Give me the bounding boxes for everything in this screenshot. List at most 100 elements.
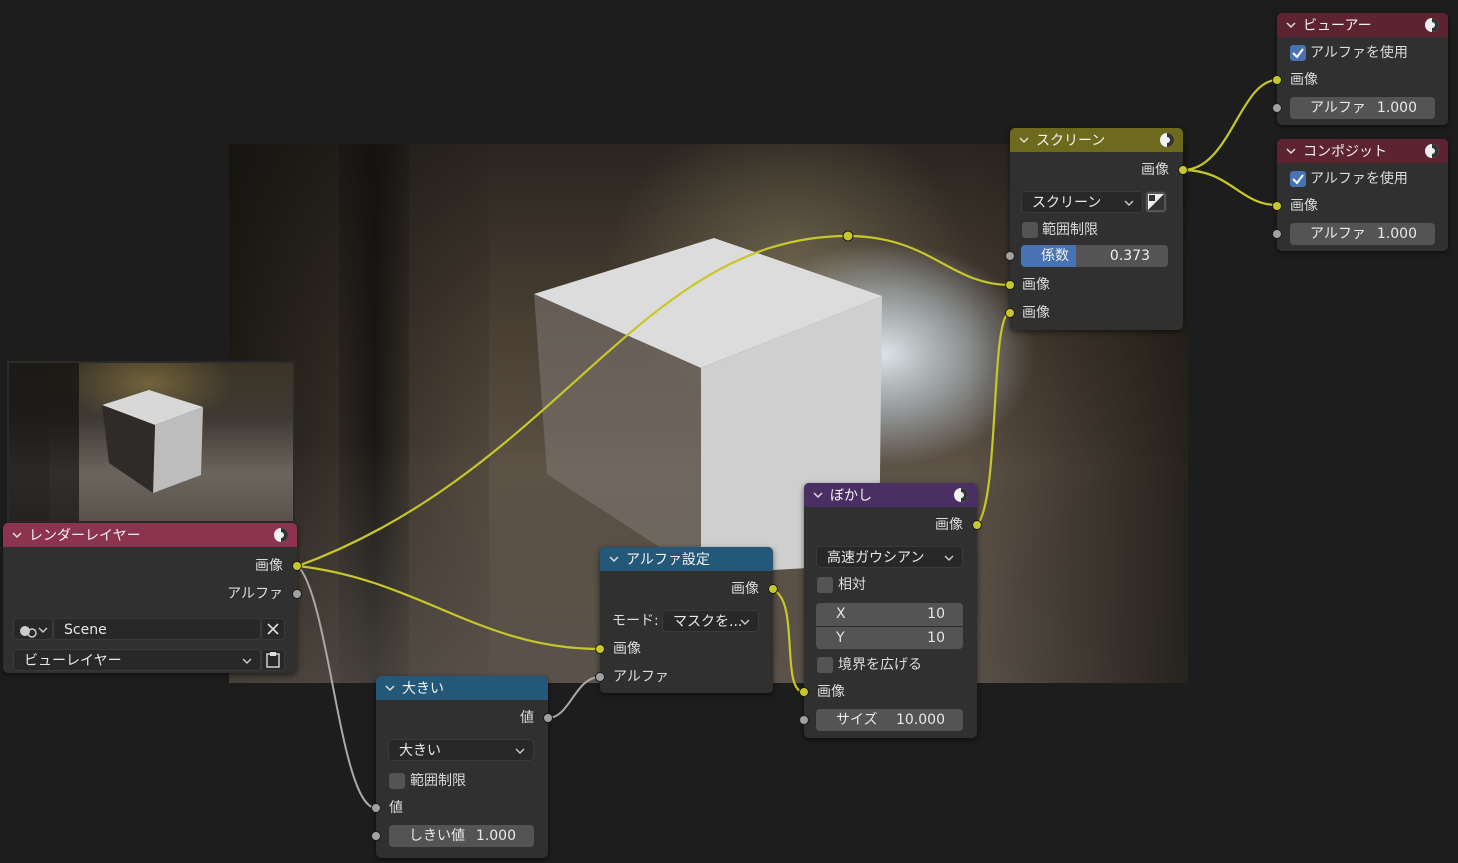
input-alpha-socket[interactable] (595, 672, 605, 682)
alpha-field[interactable]: アルファ 1.000 (1290, 97, 1435, 119)
blend-mode-dropdown[interactable]: スクリーン (1021, 191, 1143, 213)
input-alpha-label: アルファ (613, 669, 669, 685)
filter-type-value: 高速ガウシアン (827, 550, 925, 566)
output-image-socket[interactable] (972, 520, 982, 530)
clamp-checkbox[interactable] (389, 773, 405, 789)
chevron-down-icon (515, 748, 525, 754)
alpha-value: 1.000 (1376, 226, 1417, 242)
collapse-chevron-icon[interactable] (812, 489, 824, 501)
node-title: ぼかし (830, 488, 872, 504)
input-value-label: 値 (389, 800, 403, 816)
input-image-socket[interactable] (1272, 75, 1282, 85)
use-alpha-label: アルファを使用 (1310, 45, 1408, 61)
alpha-socket[interactable] (1272, 229, 1282, 239)
viewer-header[interactable]: ビューアー (1277, 13, 1448, 37)
node-title: コンポジット (1303, 144, 1387, 160)
alpha-field[interactable]: アルファ 1.000 (1290, 223, 1435, 245)
relative-checkbox[interactable] (817, 577, 833, 593)
preview-toggle-icon[interactable] (953, 487, 969, 503)
preview-toggle-icon[interactable] (1159, 132, 1175, 148)
alpha-label: アルファ (1310, 226, 1366, 242)
input-image-2-socket[interactable] (1005, 308, 1015, 318)
size-y-field[interactable]: Y 10 (816, 627, 963, 649)
input-image-socket[interactable] (595, 644, 605, 654)
factor-slider[interactable]: 係数 0.373 (1021, 245, 1168, 267)
composite-header[interactable]: コンポジット (1277, 139, 1448, 163)
blur-header[interactable]: ぼかし (804, 483, 977, 507)
size-x-field[interactable]: X 10 (816, 603, 963, 625)
size-y-value: 10 (927, 630, 945, 646)
collapse-chevron-icon[interactable] (11, 529, 23, 541)
preview-toggle-icon[interactable] (1424, 17, 1440, 33)
input-image-label: 画像 (613, 641, 641, 657)
collapse-chevron-icon[interactable] (1018, 134, 1030, 146)
size-y-label: Y (836, 630, 845, 646)
output-value-socket[interactable] (543, 713, 553, 723)
view-layer-render-button[interactable] (261, 649, 285, 671)
output-image-socket[interactable] (1178, 165, 1188, 175)
greater-than-node[interactable]: 大きい 値 大きい 範囲制限 値 しきい値 1.000 (371, 676, 553, 858)
input-value-socket[interactable] (371, 803, 381, 813)
preview-toggle-icon[interactable] (1424, 143, 1440, 159)
threshold-value: 1.000 (475, 828, 516, 844)
screen-mix-node[interactable]: スクリーン 画像 スクリーン 範囲制限 係数 0.373 画像 画像 (1005, 128, 1188, 330)
use-alpha-checkbox[interactable] (1290, 171, 1306, 187)
size-socket[interactable] (799, 715, 809, 725)
scene-name-field[interactable]: Scene (53, 618, 261, 640)
set-alpha-header[interactable]: アルファ設定 (600, 547, 773, 571)
preview-toggle-icon[interactable] (273, 527, 289, 543)
clamp-checkbox[interactable] (1022, 222, 1038, 238)
filter-type-dropdown[interactable]: 高速ガウシアン (816, 546, 963, 568)
unlink-scene-button[interactable] (261, 618, 285, 640)
blur-node[interactable]: ぼかし 画像 高速ガウシアン 相対 X 10 Y 10 境界を広げる 画像 サイ… (799, 483, 982, 738)
greater-than-header[interactable]: 大きい (376, 676, 548, 700)
set-alpha-node[interactable]: アルファ設定 画像 モード: マスクを... 画像 アルファ (595, 547, 778, 693)
input-image-socket[interactable] (1272, 201, 1282, 211)
blend-mode-value: スクリーン (1032, 195, 1102, 211)
scene-selector[interactable] (13, 618, 53, 640)
collapse-chevron-icon[interactable] (608, 553, 620, 565)
collapse-chevron-icon[interactable] (384, 682, 396, 694)
preview-cube (102, 390, 203, 493)
mode-dropdown[interactable]: マスクを... (662, 610, 759, 632)
render-layers-header[interactable]: レンダーレイヤー (3, 523, 297, 547)
render-layers-node[interactable]: レンダーレイヤー 画像 アルファ Scene ビューレイヤー (3, 523, 302, 673)
node-title: レンダーレイヤー (29, 528, 141, 544)
view-layer-dropdown[interactable]: ビューレイヤー (13, 649, 261, 671)
composite-node[interactable]: コンポジット アルファを使用 画像 アルファ 1.000 (1272, 139, 1448, 251)
input-image-1-label: 画像 (1022, 277, 1050, 293)
node-title: ビューアー (1303, 18, 1372, 34)
input-image-socket[interactable] (799, 687, 809, 697)
checkmark-icon (1292, 174, 1304, 185)
factor-value: 0.373 (1109, 248, 1150, 264)
output-image-label: 画像 (255, 558, 283, 574)
output-image-socket[interactable] (768, 584, 778, 594)
size-value: 10.000 (896, 712, 945, 728)
extend-bounds-label: 境界を広げる (838, 657, 922, 673)
output-alpha-socket[interactable] (292, 589, 302, 599)
alpha-checker-icon (1148, 194, 1164, 210)
input-image-1-socket[interactable] (1005, 280, 1015, 290)
operation-dropdown[interactable]: 大きい (388, 739, 534, 761)
output-image-socket[interactable] (292, 561, 302, 571)
output-image-label: 画像 (731, 581, 759, 597)
render-layers-preview (7, 361, 295, 523)
threshold-label: しきい値 (409, 828, 465, 844)
screen-mix-header[interactable]: スクリーン (1010, 128, 1183, 152)
use-alpha-toggle[interactable] (1145, 191, 1167, 213)
collapse-chevron-icon[interactable] (1285, 145, 1297, 157)
mode-value: マスクを... (673, 614, 743, 630)
chevron-down-icon (242, 658, 252, 664)
collapse-chevron-icon[interactable] (1285, 19, 1297, 31)
relative-label: 相対 (838, 577, 866, 593)
alpha-socket[interactable] (1272, 103, 1282, 113)
scene-icon (20, 626, 48, 638)
threshold-field[interactable]: しきい値 1.000 (389, 825, 534, 847)
viewer-node[interactable]: ビューアー アルファを使用 画像 アルファ 1.000 (1272, 13, 1448, 125)
size-field[interactable]: サイズ 10.000 (816, 709, 963, 731)
extend-bounds-checkbox[interactable] (817, 657, 833, 673)
use-alpha-checkbox[interactable] (1290, 45, 1306, 61)
alpha-label: アルファ (1310, 100, 1366, 116)
factor-socket[interactable] (1005, 251, 1015, 261)
threshold-socket[interactable] (371, 831, 381, 841)
